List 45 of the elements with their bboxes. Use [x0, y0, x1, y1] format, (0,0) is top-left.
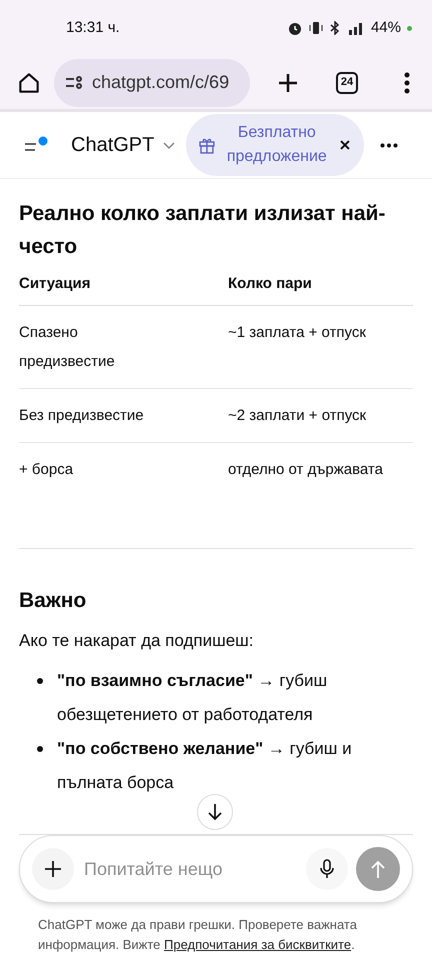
table-cell-text: + борса [19, 460, 74, 480]
message-input[interactable]: Попитайте нещо [84, 856, 306, 882]
table-cell-text: отделно от държавата [228, 460, 384, 480]
promo-text: Безплатно предложение [226, 123, 328, 167]
status-time: 13:31 ч. [66, 18, 120, 38]
arrow-down-icon [208, 803, 222, 821]
send-button[interactable] [356, 847, 400, 891]
bluetooth-icon [328, 21, 341, 35]
promo-button[interactable]: Безплатно предложение [186, 114, 364, 176]
bullet-text: "по взаимно съгласие" → губиш обезщетението от работодателя [57, 670, 328, 726]
column-header: Ситуация [19, 274, 92, 294]
table-cell-text: ~1 заплата + отпуск [228, 322, 367, 342]
scroll-down-button[interactable] [197, 794, 233, 830]
cookie-preferences-link[interactable]: Предпочитания за бисквитките [164, 937, 352, 952]
disclaimer-text: ChatGPT може да прави грешки. Проверете важната информация. Вижте Предпочитания за бисквитките. [38, 916, 358, 954]
microphone-button[interactable] [306, 848, 348, 890]
bullet-icon [37, 746, 43, 752]
bullet-icon [37, 678, 43, 684]
column-header: Колко пари [228, 274, 313, 294]
vibrate-icon [308, 21, 323, 35]
battery-level: 44% [370, 18, 401, 38]
microphone-icon [319, 859, 335, 879]
signal-icon [346, 21, 365, 35]
url-bar[interactable]: chatgpt.com/c/69 [54, 58, 250, 106]
arrow-up-icon [370, 859, 386, 879]
tab-count-button[interactable]: 24 [336, 72, 358, 94]
table-cell-text: Спазено предизвестие [19, 322, 116, 372]
bullet-text: "по собствено желание" → губиш и пълната борса [57, 738, 353, 794]
site-settings-icon[interactable] [64, 74, 84, 90]
app-title[interactable]: ChatGPT [71, 130, 154, 160]
url-text: chatgpt.com/c/69 [92, 71, 230, 94]
add-button[interactable] [32, 848, 74, 890]
plus-icon [44, 860, 62, 878]
close-icon[interactable] [340, 140, 350, 150]
chevron-down-icon[interactable] [162, 140, 176, 150]
more-horizontal-icon[interactable] [380, 142, 398, 148]
alarm-icon [286, 20, 303, 36]
table-cell-text: Без предизвестие [19, 406, 145, 426]
gift-icon [198, 136, 216, 154]
message-composer[interactable]: Попитайте нещо [19, 835, 413, 903]
more-vertical-icon[interactable] [404, 72, 410, 94]
table-cell-text: ~2 заплати + отпуск [228, 406, 368, 426]
section-heading: Реално колко заплати излизат най-често [19, 201, 386, 260]
section-title: Важно [19, 588, 88, 614]
intro-text: Ако те накарат да подпишеш: [19, 630, 255, 652]
